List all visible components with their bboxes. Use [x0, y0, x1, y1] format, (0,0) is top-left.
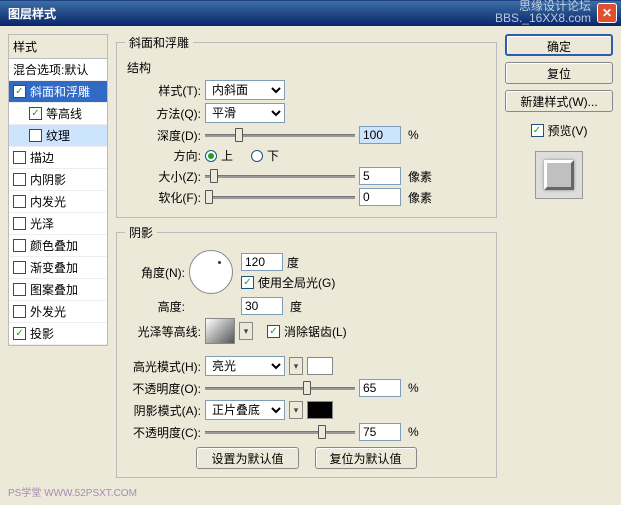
highlight-opacity-label: 不透明度(O):	[125, 380, 201, 397]
style-item-9[interactable]: 图案叠加	[9, 279, 107, 301]
size-input[interactable]	[359, 167, 401, 185]
footer-badge: PS学堂 WWW.52PSXT.COM	[8, 484, 137, 499]
highlight-mode-select[interactable]: 亮光	[205, 356, 285, 376]
reset-default-button[interactable]: 复位为默认值	[315, 447, 417, 469]
style-item-checkbox[interactable]: ✓	[13, 327, 26, 340]
highlight-opacity-slider[interactable]	[205, 379, 355, 397]
direction-up-radio[interactable]	[205, 150, 217, 162]
style-item-checkbox[interactable]	[13, 305, 26, 318]
shadow-mode-label: 阴影模式(A):	[125, 402, 201, 419]
styles-sidebar: 样式 混合选项:默认 ✓ 斜面和浮雕 ✓ 等高线纹理描边内阴影内发光光泽颜色叠加渐变叠…	[8, 34, 108, 497]
shadow-color-swatch[interactable]	[307, 401, 333, 419]
depth-input[interactable]	[359, 126, 401, 144]
bevel-fieldset: 斜面和浮雕 结构 样式(T): 内斜面 方法(Q): 平滑 深度(D): % 方…	[116, 34, 497, 218]
action-column: 确定 复位 新建样式(W)... ✓预览(V)	[505, 34, 613, 497]
style-item-label: 等高线	[46, 105, 82, 122]
shading-fieldset: 阴影 角度(N): 度 ✓使用全局光(G) 高度: 度	[116, 224, 497, 478]
style-item-label: 内阴影	[30, 171, 66, 188]
style-item-label: 图案叠加	[30, 281, 78, 298]
depth-label: 深度(D):	[125, 127, 201, 144]
cancel-button[interactable]: 复位	[505, 62, 613, 84]
antialias-checkbox[interactable]: ✓消除锯齿(L)	[267, 323, 347, 340]
style-item-checkbox[interactable]	[29, 129, 42, 142]
style-item-checkbox[interactable]	[13, 195, 26, 208]
angle-input[interactable]	[241, 253, 283, 271]
window-title: 图层样式	[8, 5, 56, 22]
angle-label: 角度(N):	[125, 264, 185, 281]
style-item-label: 光泽	[30, 215, 54, 232]
direction-label: 方向:	[125, 147, 201, 164]
shadow-mode-chev[interactable]: ▾	[289, 401, 303, 419]
gloss-contour-picker[interactable]	[205, 318, 235, 344]
soften-input[interactable]	[359, 188, 401, 206]
close-button[interactable]: ✕	[597, 3, 617, 23]
preview-swatch	[535, 151, 583, 199]
style-item-6[interactable]: 光泽	[9, 213, 107, 235]
style-item-checkbox[interactable]	[13, 173, 26, 186]
gloss-contour-dropdown[interactable]: ▾	[239, 322, 253, 340]
technique-select[interactable]: 平滑	[205, 103, 285, 123]
altitude-input[interactable]	[241, 297, 283, 315]
style-item-11[interactable]: ✓ 投影	[9, 323, 107, 345]
style-item-label: 渐变叠加	[30, 259, 78, 276]
highlight-color-swatch[interactable]	[307, 357, 333, 375]
highlight-mode-label: 高光模式(H):	[125, 358, 201, 375]
preview-checkbox[interactable]: ✓预览(V)	[531, 122, 588, 139]
altitude-label: 高度:	[125, 298, 185, 315]
style-item-checkbox[interactable]	[13, 151, 26, 164]
style-item-label: 纹理	[46, 127, 70, 144]
blend-options-row[interactable]: 混合选项:默认	[9, 59, 107, 81]
style-item-label: 斜面和浮雕	[30, 83, 90, 100]
angle-wheel[interactable]	[189, 250, 233, 294]
styles-header: 样式	[9, 35, 107, 59]
style-item-7[interactable]: 颜色叠加	[9, 235, 107, 257]
shadow-opacity-label: 不透明度(C):	[125, 424, 201, 441]
style-item-10[interactable]: 外发光	[9, 301, 107, 323]
shadow-mode-select[interactable]: 正片叠底	[205, 400, 285, 420]
style-item-checkbox[interactable]	[13, 283, 26, 296]
gloss-label: 光泽等高线:	[125, 323, 201, 340]
style-item-3[interactable]: 描边	[9, 147, 107, 169]
ok-button[interactable]: 确定	[505, 34, 613, 56]
technique-label: 方法(Q):	[125, 105, 201, 122]
size-slider[interactable]	[205, 167, 355, 185]
settings-panel: 斜面和浮雕 结构 样式(T): 内斜面 方法(Q): 平滑 深度(D): % 方…	[116, 34, 497, 497]
global-light-checkbox[interactable]: ✓使用全局光(G)	[241, 274, 335, 291]
style-item-checkbox[interactable]	[13, 217, 26, 230]
shading-legend: 阴影	[125, 224, 157, 241]
set-default-button[interactable]: 设置为默认值	[196, 447, 298, 469]
style-item-4[interactable]: 内阴影	[9, 169, 107, 191]
bevel-legend: 斜面和浮雕	[125, 34, 193, 51]
style-item-checkbox[interactable]: ✓	[29, 107, 42, 120]
style-item-checkbox[interactable]	[13, 261, 26, 274]
titlebar: 图层样式 思缘设计论坛BBS._16XX8.com ✕	[0, 0, 621, 26]
highlight-mode-chev[interactable]: ▾	[289, 357, 303, 375]
style-item-checkbox[interactable]: ✓	[13, 85, 26, 98]
soften-slider[interactable]	[205, 188, 355, 206]
style-item-1[interactable]: ✓ 等高线	[9, 103, 107, 125]
highlight-opacity-input[interactable]	[359, 379, 401, 397]
style-item-label: 颜色叠加	[30, 237, 78, 254]
style-item-label: 描边	[30, 149, 54, 166]
watermark: 思缘设计论坛BBS._16XX8.com	[495, 1, 591, 25]
size-label: 大小(Z):	[125, 168, 201, 185]
structure-header: 结构	[127, 59, 488, 76]
style-item-8[interactable]: 渐变叠加	[9, 257, 107, 279]
shadow-opacity-input[interactable]	[359, 423, 401, 441]
style-label: 样式(T):	[125, 82, 201, 99]
style-item-0[interactable]: ✓ 斜面和浮雕	[9, 81, 107, 103]
new-style-button[interactable]: 新建样式(W)...	[505, 90, 613, 112]
style-item-label: 内发光	[30, 193, 66, 210]
shadow-opacity-slider[interactable]	[205, 423, 355, 441]
style-item-label: 投影	[30, 325, 54, 342]
style-item-5[interactable]: 内发光	[9, 191, 107, 213]
style-item-label: 外发光	[30, 303, 66, 320]
style-select[interactable]: 内斜面	[205, 80, 285, 100]
style-item-2[interactable]: 纹理	[9, 125, 107, 147]
soften-label: 软化(F):	[125, 189, 201, 206]
direction-down-radio[interactable]	[251, 150, 263, 162]
style-item-checkbox[interactable]	[13, 239, 26, 252]
depth-slider[interactable]	[205, 126, 355, 144]
